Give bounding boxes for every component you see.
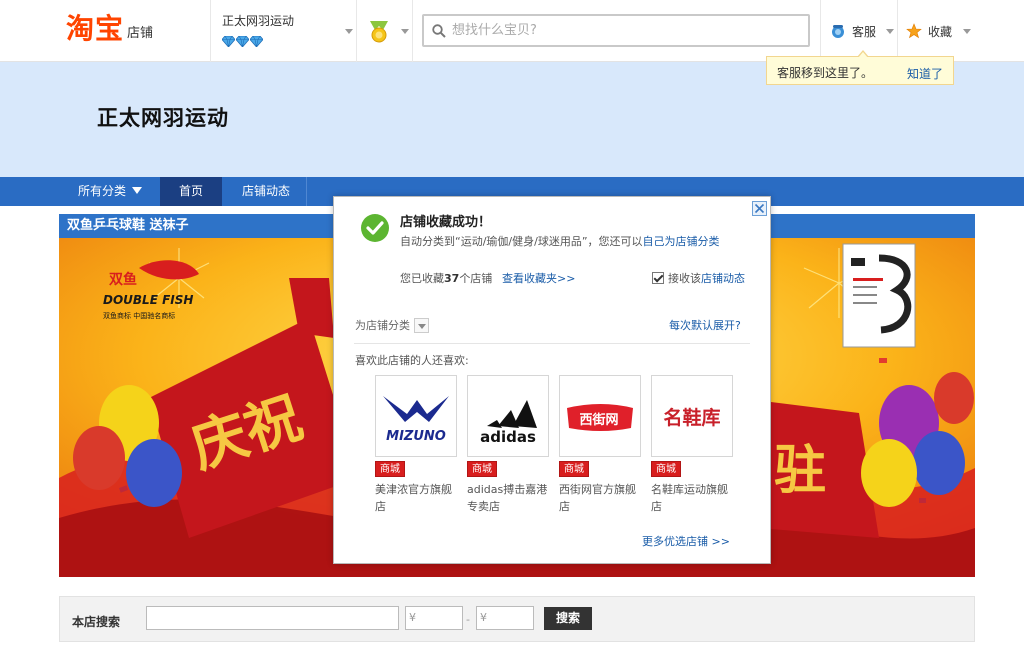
mall-badge: 商城 — [375, 461, 405, 477]
tooltip-dismiss-link[interactable]: 知道了 — [907, 65, 943, 82]
recommended-shop-name[interactable]: 西街网官方旗舰店 — [559, 481, 641, 515]
favorite-count-suffix: 个店铺 — [459, 272, 493, 285]
header-divider — [820, 0, 821, 62]
dialog-title: 店铺收藏成功！ — [400, 215, 492, 230]
default-expand-link[interactable]: 每次默认展开? — [669, 317, 741, 333]
brand-en: DOUBLE FISH — [103, 293, 193, 307]
nav-all-categories-label: 所有分类 — [78, 184, 127, 198]
recommended-shop-card[interactable]: 名鞋库 商城 名鞋库运动旗舰店 — [651, 375, 733, 515]
store-search-button[interactable]: 搜索 — [544, 607, 592, 630]
favorite-label: 收藏 — [928, 24, 953, 39]
header-divider — [412, 0, 413, 62]
service-moved-tooltip: 客服移到这里了。 知道了 — [766, 50, 954, 85]
diamond-icon — [222, 36, 235, 47]
customer-service-label: 客服 — [852, 24, 877, 39]
store-search-bar: 本店搜索 ¥ - ¥ 搜索 — [59, 596, 975, 642]
mall-badge: 商城 — [467, 461, 497, 477]
shop-title: 正太网羽运动 — [97, 106, 229, 130]
chevron-down-icon[interactable] — [401, 29, 409, 34]
mizuno-logo[interactable]: MIZUNO — [375, 375, 457, 457]
nav-divider — [306, 177, 307, 206]
adidas-logo-text: adidas — [480, 428, 536, 446]
dialog-divider — [354, 343, 750, 344]
xijie-logo[interactable]: 西街网 — [559, 375, 641, 457]
view-favorites-link[interactable]: 查看收藏夹>> — [502, 270, 575, 286]
medal-icon[interactable] — [366, 18, 392, 44]
brand-tagline: 双鱼商标 中国驰名商标 — [103, 311, 175, 320]
price-range-dash: - — [466, 613, 470, 626]
favorite-count-value: 37 — [444, 272, 460, 285]
xijie-logo-text: 西街网 — [579, 412, 618, 428]
receive-news-label: 接收该 — [668, 272, 701, 285]
search-icon — [432, 24, 446, 38]
chevron-down-icon[interactable] — [345, 29, 353, 34]
favorite-count-prefix: 您已收藏 — [400, 272, 444, 285]
receive-news-checkbox[interactable] — [652, 272, 664, 284]
customer-service-icon — [832, 25, 844, 38]
diamond-icon — [236, 36, 249, 47]
more-shops-link[interactable]: 更多优选店铺 >> — [642, 533, 730, 549]
brand-cn: 双鱼 — [109, 271, 137, 288]
mingxieku-logo-text: 名鞋库 — [663, 406, 720, 429]
price-to-input[interactable]: ¥ — [476, 606, 534, 630]
check-circle-icon — [361, 214, 389, 242]
header-divider — [897, 0, 898, 62]
header-divider — [210, 0, 211, 62]
taobao-logo[interactable]: 淘宝 店铺 — [66, 14, 153, 44]
categorize-shop-label: 为店铺分类 — [355, 319, 410, 332]
adidas-logo[interactable]: adidas — [467, 375, 549, 457]
mizuno-logo-text: MIZUNO — [386, 429, 446, 444]
also-like-label: 喜欢此店铺的人还喜欢: — [355, 354, 469, 367]
tooltip-text: 客服移到这里了。 — [777, 66, 874, 80]
favorite-count: 您已收藏37个店铺 — [400, 270, 492, 286]
recommended-shop-card[interactable]: 西街网 商城 西街网官方旗舰店 — [559, 375, 641, 515]
favorite-success-dialog: 店铺收藏成功！ 自动分类到“运动/瑜伽/健身/球迷用品”，您还可以自己为店铺分类… — [333, 196, 771, 564]
diamond-icon — [250, 36, 263, 47]
categorize-shop-select[interactable]: 为店铺分类 — [355, 317, 429, 333]
mall-badge: 商城 — [559, 461, 589, 477]
store-search-label: 本店搜索 — [72, 615, 121, 629]
top-header: 淘宝 店铺 正太网羽运动 客服 收藏 — [0, 0, 1024, 62]
recommended-shop-card[interactable]: MIZUNO 商城 美津浓官方旗舰店 — [375, 375, 457, 515]
header-shop-name[interactable]: 正太网羽运动 — [222, 12, 294, 29]
chevron-down-icon[interactable] — [963, 29, 971, 34]
mingxieku-logo[interactable]: 名鞋库 — [651, 375, 733, 457]
shop-news-link[interactable]: 店铺动态 — [701, 270, 745, 286]
header-divider — [356, 0, 357, 62]
nav-all-categories[interactable]: 所有分类 — [60, 177, 160, 206]
triangle-down-icon — [132, 187, 143, 194]
recommended-shop-name[interactable]: adidas搏击嘉港专卖店 — [467, 481, 549, 515]
logo-sub-text: 店铺 — [127, 26, 154, 41]
recommended-shop-name[interactable]: 名鞋库运动旗舰店 — [651, 481, 733, 515]
seller-rating-diamonds — [222, 36, 263, 47]
customer-service-button[interactable]: 客服 — [830, 0, 876, 62]
close-icon[interactable] — [752, 201, 767, 216]
product-box-image — [842, 243, 916, 348]
recommended-shop-name[interactable]: 美津浓官方旗舰店 — [375, 481, 457, 515]
chevron-down-icon[interactable] — [414, 317, 429, 333]
logo-main-text: 淘宝 — [66, 12, 125, 45]
price-from-input[interactable]: ¥ — [405, 606, 463, 630]
dialog-description: 自动分类到“运动/瑜伽/健身/球迷用品”，您还可以自己为店铺分类 — [400, 232, 760, 251]
recommended-shop-card[interactable]: adidas 商城 adidas搏击嘉港专卖店 — [467, 375, 549, 515]
receive-news-option[interactable]: 接收该 店铺动态 — [652, 270, 745, 286]
search-box[interactable] — [422, 14, 810, 47]
dialog-description-text: 自动分类到“运动/瑜伽/健身/球迷用品”，您还可以 — [400, 235, 643, 248]
star-icon — [906, 23, 922, 39]
favorite-button[interactable]: 收藏 — [906, 0, 952, 62]
mall-badge: 商城 — [651, 461, 681, 477]
self-categorize-link[interactable]: 自己为店铺分类 — [643, 235, 720, 248]
chevron-down-icon[interactable] — [886, 29, 894, 34]
search-input[interactable] — [450, 18, 800, 43]
celebrate-text-right: 驻 — [774, 441, 826, 501]
store-search-input[interactable] — [146, 606, 399, 630]
nav-shop-news[interactable]: 店铺动态 — [224, 177, 308, 206]
nav-home[interactable]: 首页 — [160, 177, 222, 206]
